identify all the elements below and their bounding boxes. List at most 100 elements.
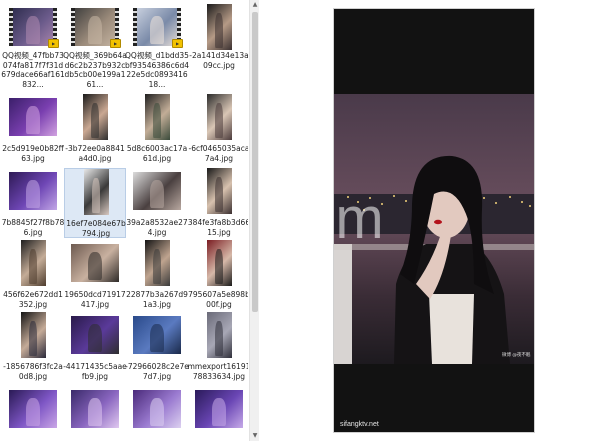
file-name: 39a2a8532ae274.jpg	[126, 218, 188, 237]
file-item[interactable]: ▶ QQ视频_369b64ad6c2b237b932cdb5cb00e199a16…	[63, 4, 127, 92]
thumbnail-figure	[215, 13, 223, 48]
scrollbar-thumb[interactable]	[252, 12, 258, 312]
file-name: 456f62e672dd1352.jpg	[3, 290, 63, 309]
thumbnail-figure	[149, 15, 165, 45]
video-badge-icon: ▶	[172, 39, 183, 48]
file-item[interactable]: 795607a5e898b00f.jpg	[188, 240, 248, 310]
image-thumbnail[interactable]	[9, 98, 57, 136]
file-name: 22877b3a267d91a3.jpg	[126, 290, 188, 309]
file-item[interactable]: 5d8c6003ac17a61d.jpg	[126, 94, 188, 164]
thumbnail-figure	[29, 321, 37, 356]
scroll-down-arrow-icon[interactable]: ▼	[250, 431, 260, 441]
thumbnail-figure	[92, 178, 100, 213]
thumbnail-figure	[215, 321, 223, 356]
file-name: -6cf0465035aca7a4.jpg	[188, 144, 248, 163]
image-thumbnail[interactable]	[206, 240, 232, 286]
image-thumbnail[interactable]	[206, 94, 232, 140]
file-name: QQ视频_47fbb73074fa817f7f31d679dace66af161…	[1, 51, 65, 89]
file-item[interactable]: 456f62e672dd1352.jpg	[2, 240, 64, 310]
file-item[interactable]: -2a141d34e13a09cc.jpg	[188, 4, 248, 92]
file-item[interactable]: 384fe3fa8b3d6615.jpg	[188, 168, 248, 238]
image-thumbnail[interactable]	[71, 244, 119, 282]
thumbnail-figure	[25, 15, 41, 45]
file-item[interactable]	[2, 386, 64, 441]
thumbnail-figure	[91, 103, 99, 138]
thumbnail-figure	[215, 103, 223, 138]
thumbnail-figure	[87, 397, 103, 427]
thumbnail-figure	[87, 15, 103, 45]
image-thumbnail[interactable]	[133, 172, 181, 210]
file-name: 795607a5e898b00f.jpg	[188, 290, 248, 309]
thumbnail-figure	[29, 249, 37, 284]
thumbnail-figure	[215, 249, 223, 284]
file-name: QQ视频_d1bdd35bf93546386c6d422e5dc08934161…	[125, 51, 190, 89]
image-thumbnail[interactable]	[20, 312, 46, 358]
thumbnail-figure	[149, 179, 165, 209]
thumbnail-figure	[149, 323, 165, 353]
image-thumbnail[interactable]	[144, 240, 170, 286]
overlay-watermark: .com	[255, 186, 385, 251]
thumbnail-figure	[153, 103, 161, 138]
file-item[interactable]: 7b8845f27f8b786.jpg	[2, 168, 64, 238]
file-name: -2a141d34e13a09cc.jpg	[189, 51, 248, 70]
file-thumbnail-grid: ▶ QQ视频_47fbb73074fa817f7f31d679dace66af16…	[0, 0, 248, 441]
thumbnail-figure	[25, 397, 41, 427]
file-name: 7b8845f27f8b786.jpg	[1, 218, 65, 237]
file-item[interactable]: mmexport1619178833634.jpg	[188, 312, 248, 382]
file-name: -72966028c2e7e7d7.jpg	[125, 362, 189, 381]
video-badge-icon: ▶	[110, 39, 121, 48]
file-item[interactable]	[64, 386, 126, 441]
image-thumbnail[interactable]	[20, 240, 46, 286]
image-thumbnail[interactable]	[71, 316, 119, 354]
file-item[interactable]: 22877b3a267d91a3.jpg	[126, 240, 188, 310]
image-thumbnail[interactable]	[206, 312, 232, 358]
file-item[interactable]: -44171435c5aaefb9.jpg	[63, 312, 127, 382]
image-thumbnail[interactable]	[9, 172, 57, 210]
file-name: 384fe3fa8b3d6615.jpg	[187, 218, 248, 237]
file-browser-window: ▶ QQ视频_47fbb73074fa817f7f31d679dace66af16…	[0, 0, 600, 441]
file-name: -1856786f3fc2a0d8.jpg	[3, 362, 63, 381]
image-thumbnail[interactable]	[9, 390, 57, 428]
file-item[interactable]	[126, 386, 188, 441]
thumbnail-figure	[87, 251, 103, 281]
file-item[interactable]	[188, 386, 248, 441]
image-thumbnail[interactable]	[133, 316, 181, 354]
thumbnail-figure	[153, 249, 161, 284]
file-item[interactable]: -72966028c2e7e7d7.jpg	[125, 312, 189, 382]
file-item[interactable]: -1856786f3fc2a0d8.jpg	[2, 312, 64, 382]
file-name: -3b72ee0a8841a4d0.jpg	[65, 144, 125, 163]
file-item[interactable]: -3b72ee0a8841a4d0.jpg	[64, 94, 126, 164]
thumbnail-figure	[215, 177, 223, 212]
file-item[interactable]: ▶ QQ视频_d1bdd35bf93546386c6d422e5dc0893416…	[125, 4, 190, 92]
thumbnail-figure	[25, 179, 41, 209]
file-item[interactable]: 19650dcd71917417.jpg	[64, 240, 126, 310]
file-name: 2c5d919e0b82ff63.jpg	[2, 144, 64, 163]
weibo-tag: 微博 @夜不眠	[502, 353, 531, 358]
file-item[interactable]: 39a2a8532ae274.jpg	[126, 168, 188, 238]
file-name: -44171435c5aaefb9.jpg	[63, 362, 127, 381]
thumbnail-figure	[25, 105, 41, 135]
video-badge-icon: ▶	[48, 39, 59, 48]
site-watermark: sifangktv.net	[340, 421, 379, 428]
file-name: 16ef7e084e67b794.jpg	[66, 219, 126, 238]
file-name: QQ视频_369b64ad6c2b237b932cdb5cb00e199a161…	[63, 51, 127, 89]
thumbnail-figure	[149, 397, 165, 427]
file-name: mmexport1619178833634.jpg	[187, 362, 248, 381]
image-thumbnail[interactable]	[71, 390, 119, 428]
image-thumbnail[interactable]	[83, 169, 109, 215]
image-thumbnail[interactable]	[133, 390, 181, 428]
image-thumbnail[interactable]	[82, 94, 108, 140]
file-item[interactable]: -6cf0465035aca7a4.jpg	[188, 94, 248, 164]
image-thumbnail[interactable]	[206, 168, 232, 214]
scroll-up-arrow-icon[interactable]: ▲	[250, 0, 260, 10]
image-thumbnail[interactable]	[206, 4, 232, 50]
thumbnail-figure	[87, 323, 103, 353]
file-name: 19650dcd71917417.jpg	[64, 290, 126, 309]
image-thumbnail[interactable]	[144, 94, 170, 140]
image-thumbnail[interactable]	[195, 390, 243, 428]
file-name: 5d8c6003ac17a61d.jpg	[126, 144, 188, 163]
file-item[interactable]: ▶ QQ视频_47fbb73074fa817f7f31d679dace66af16…	[1, 4, 65, 92]
file-item[interactable]: 2c5d919e0b82ff63.jpg	[2, 94, 64, 164]
file-item[interactable]: 16ef7e084e67b794.jpg	[64, 168, 126, 238]
thumbnail-figure	[211, 397, 227, 427]
